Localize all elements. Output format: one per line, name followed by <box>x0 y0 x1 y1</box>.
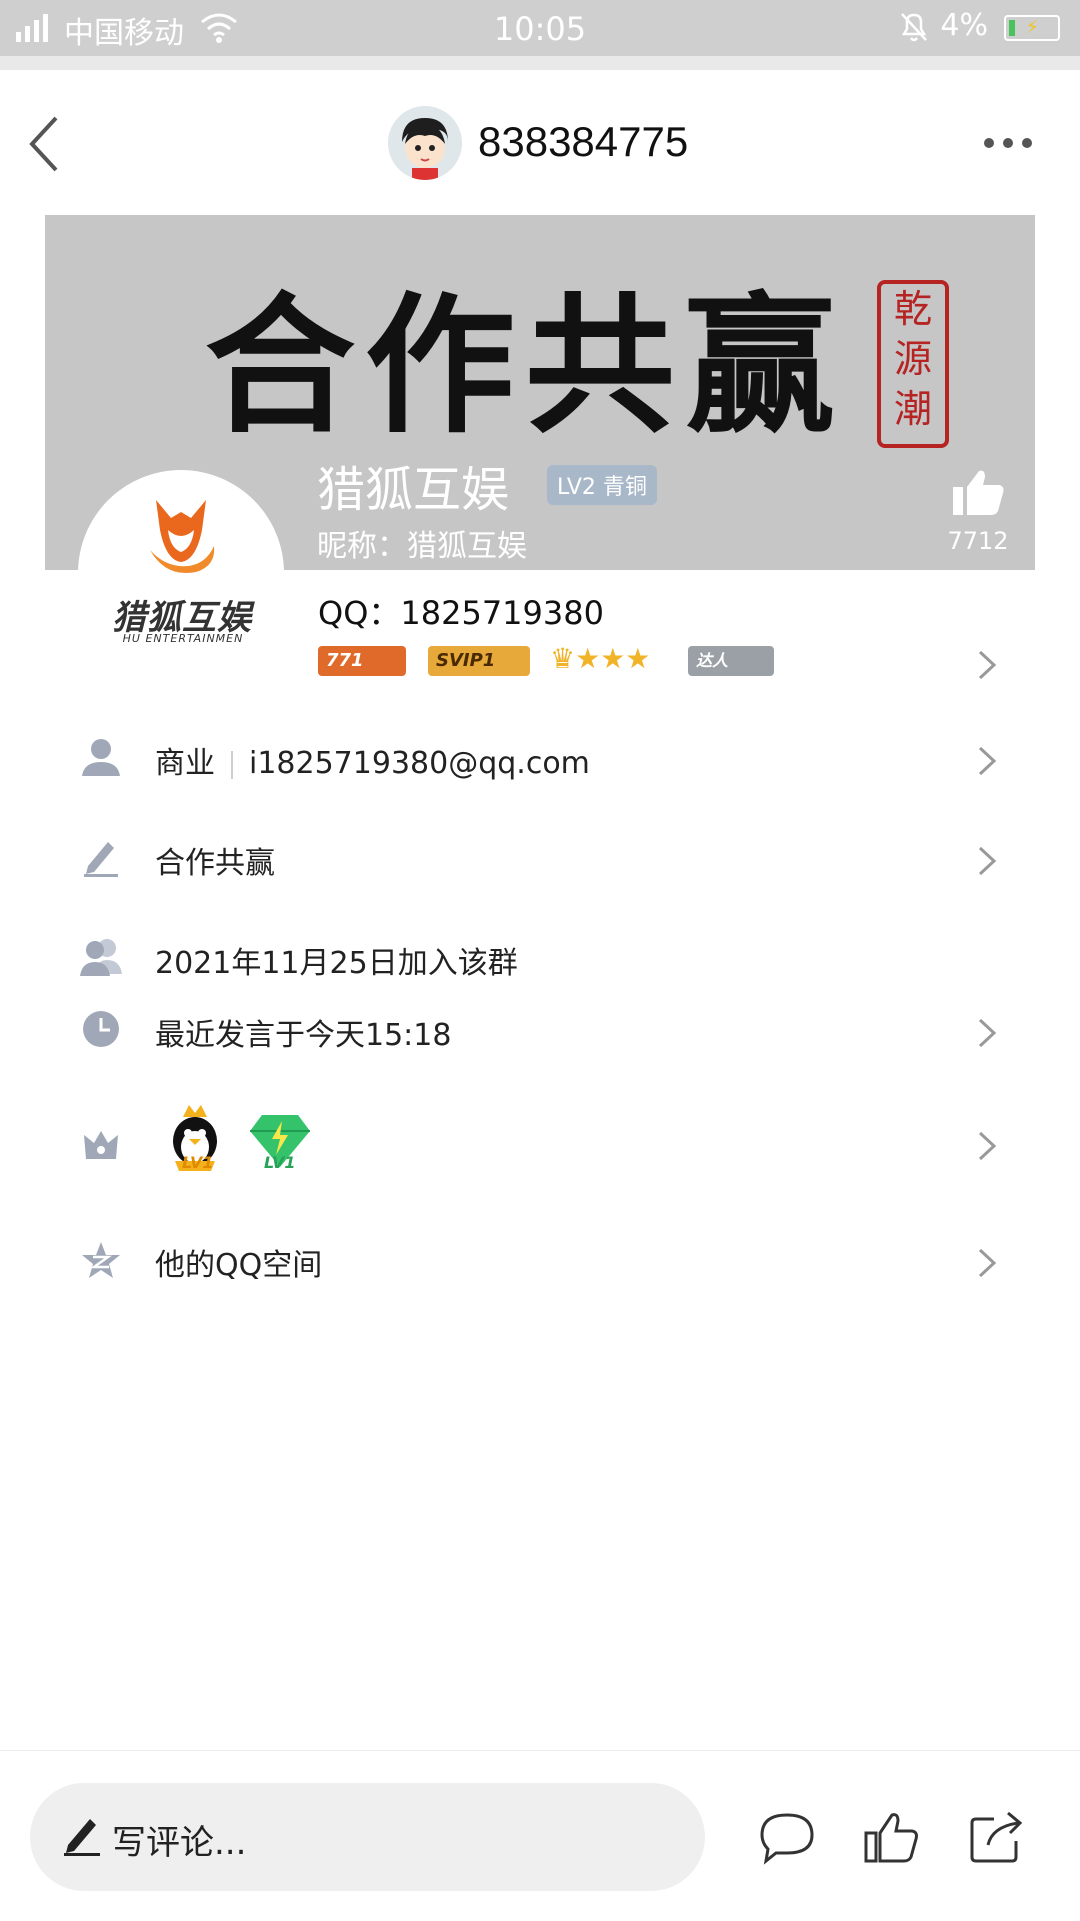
business-email: i1825719380@qq.com <box>249 746 590 781</box>
back-icon[interactable] <box>26 114 66 174</box>
qq-number: QQ：1825719380 <box>318 594 604 632</box>
join-date-row: 2021年11月25日加入该群 <box>0 930 1080 990</box>
comment-icon[interactable] <box>758 1809 816 1865</box>
like-count: 7712 <box>947 527 1009 555</box>
signature-text: 合作共赢 <box>155 846 275 881</box>
pen-icon <box>64 1819 100 1856</box>
battery-icon: ⚡ <box>1004 15 1060 41</box>
diamond-level-label: LV1 <box>264 1153 296 1172</box>
coin-badge: 771 <box>318 646 406 676</box>
chevron-right-icon[interactable] <box>976 1016 998 1050</box>
crown-icon <box>84 1131 118 1159</box>
fox-logo-icon <box>150 500 215 574</box>
group-members-icon <box>80 939 122 976</box>
status-bar: 中国移动 10:05 4% ⚡ <box>0 0 1080 70</box>
signature-row[interactable]: 合作共赢 <box>0 830 1080 890</box>
level-badge: LV2 青铜 <box>547 465 657 505</box>
thumbs-up-icon[interactable] <box>951 467 1005 517</box>
profile-name: 猎狐互娱 <box>317 462 510 518</box>
join-date-text: 2021年11月25日加入该群 <box>155 946 518 981</box>
qzone-row[interactable]: 他的QQ空间 <box>0 1232 1080 1292</box>
business-label: 商业 <box>155 746 215 781</box>
chevron-right-icon[interactable] <box>976 1129 998 1163</box>
last-speak-text: 最近发言于今天15:18 <box>155 1018 452 1053</box>
bottom-bar: 写评论... <box>0 1750 1080 1921</box>
clock-icon <box>83 1011 119 1047</box>
nav-bar: 838384775 <box>0 70 1080 218</box>
qzone-star-icon <box>82 1242 120 1278</box>
status-divider <box>0 56 1080 70</box>
pencil-icon <box>84 842 118 877</box>
group-avatar[interactable] <box>388 106 462 180</box>
like-icon[interactable] <box>862 1809 920 1865</box>
page-title: 838384775 <box>478 118 689 165</box>
last-speak-row[interactable]: 最近发言于今天15:18 <box>0 1002 1080 1062</box>
bell-muted-icon <box>901 13 927 42</box>
comment-input[interactable]: 写评论... <box>30 1783 705 1891</box>
svip-badge: SVIP1 <box>428 646 530 676</box>
chevron-right-icon[interactable] <box>976 1246 998 1280</box>
level-icons-row[interactable]: LV1 LV1 <box>0 1105 1080 1185</box>
person-icon <box>82 739 120 776</box>
banner-calligraphy: 合作共赢 <box>205 278 846 454</box>
logo-subtext: HU ENTERTAINMEN <box>122 632 244 645</box>
chevron-right-icon[interactable] <box>976 648 998 682</box>
chevron-right-icon[interactable] <box>976 844 998 878</box>
nickname: 昵称：猎狐互娱 <box>317 529 527 564</box>
crown-stars-badge: ♛★★★ <box>550 642 651 675</box>
share-icon[interactable] <box>968 1809 1026 1865</box>
qzone-text: 他的QQ空间 <box>155 1248 323 1283</box>
profile-avatar[interactable]: 猎狐互娱 HU ENTERTAINMEN <box>78 470 284 676</box>
business-row[interactable]: 商业 i1825719380@qq.com <box>0 730 1080 790</box>
chevron-right-icon[interactable] <box>976 744 998 778</box>
more-icon[interactable] <box>982 136 1034 150</box>
daren-badge: 达人 <box>688 646 774 676</box>
comment-placeholder: 写评论... <box>112 1823 247 1863</box>
battery-percent: 4% <box>940 8 988 43</box>
penguin-level-label: LV1 <box>182 1153 214 1172</box>
divider <box>231 750 233 779</box>
banner-seal: 乾源潮 <box>877 280 949 448</box>
